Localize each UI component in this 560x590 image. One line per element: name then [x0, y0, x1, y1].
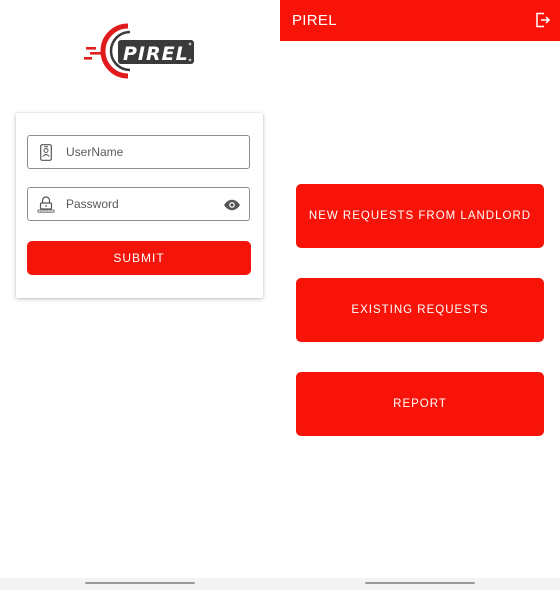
dashboard-screen: PIREL NEW REQUESTS FROM LANDLORD EXISTIN…	[280, 0, 560, 590]
system-nav-bar	[0, 578, 280, 590]
new-requests-button[interactable]: NEW REQUESTS FROM LANDLORD	[296, 184, 544, 248]
report-button[interactable]: REPORT	[296, 372, 544, 436]
submit-button[interactable]: SUBMIT	[27, 241, 251, 275]
app-bar: PIREL	[280, 0, 560, 41]
existing-requests-button[interactable]: EXISTING REQUESTS	[296, 278, 544, 342]
lock-icon	[37, 195, 55, 213]
eye-icon[interactable]	[223, 196, 241, 214]
pirel-logo: PIREL	[84, 20, 198, 82]
id-badge-icon	[37, 143, 55, 161]
login-screen: PIREL UserName SUBMIT	[0, 0, 280, 590]
gesture-handle[interactable]	[365, 582, 475, 584]
password-input[interactable]	[66, 197, 206, 211]
gesture-handle[interactable]	[85, 582, 195, 584]
logout-icon[interactable]	[535, 12, 551, 28]
password-field[interactable]	[27, 187, 250, 221]
logo-text: PIREL	[123, 43, 189, 65]
system-nav-bar	[280, 578, 560, 590]
username-field[interactable]	[27, 135, 250, 169]
login-card: SUBMIT	[16, 113, 263, 298]
app-title: PIREL	[292, 12, 337, 29]
username-input[interactable]	[66, 145, 206, 159]
